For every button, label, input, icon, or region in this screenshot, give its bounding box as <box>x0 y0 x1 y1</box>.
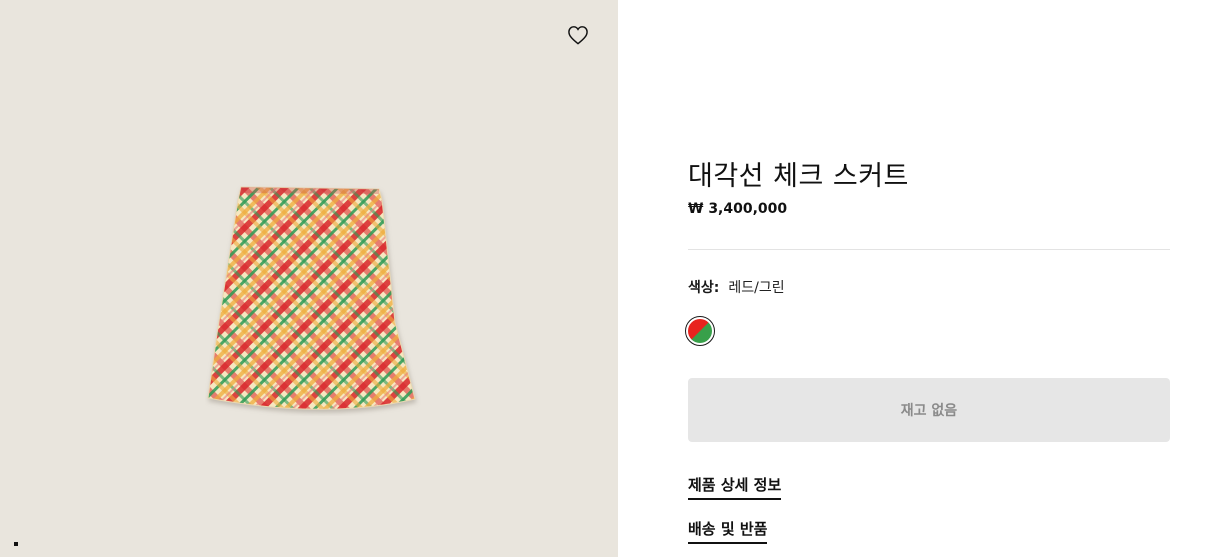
product-info: 대각선 체크 스커트 ₩ 3,400,000 색상: 레드/그린 재고 없음 제… <box>685 0 1170 557</box>
color-selection: 색상: 레드/그린 <box>688 277 785 297</box>
gallery-indicator[interactable] <box>14 542 18 546</box>
divider <box>688 249 1170 250</box>
color-label: 색상: <box>688 280 720 296</box>
product-image-skirt[interactable] <box>205 184 421 416</box>
product-price: ₩ 3,400,000 <box>688 201 788 217</box>
color-swatch-red-green[interactable] <box>685 316 715 346</box>
out-of-stock-button[interactable]: 재고 없음 <box>688 378 1170 442</box>
product-details-link[interactable]: 제품 상세 정보 <box>688 474 782 500</box>
wishlist-button[interactable] <box>566 23 590 47</box>
swatch-fill <box>688 319 712 343</box>
color-value: 레드/그린 <box>728 280 785 296</box>
shipping-returns-link[interactable]: 배송 및 반품 <box>688 518 768 544</box>
product-gallery <box>0 0 618 557</box>
heart-icon <box>568 26 588 45</box>
product-title: 대각선 체크 스커트 <box>688 161 909 192</box>
